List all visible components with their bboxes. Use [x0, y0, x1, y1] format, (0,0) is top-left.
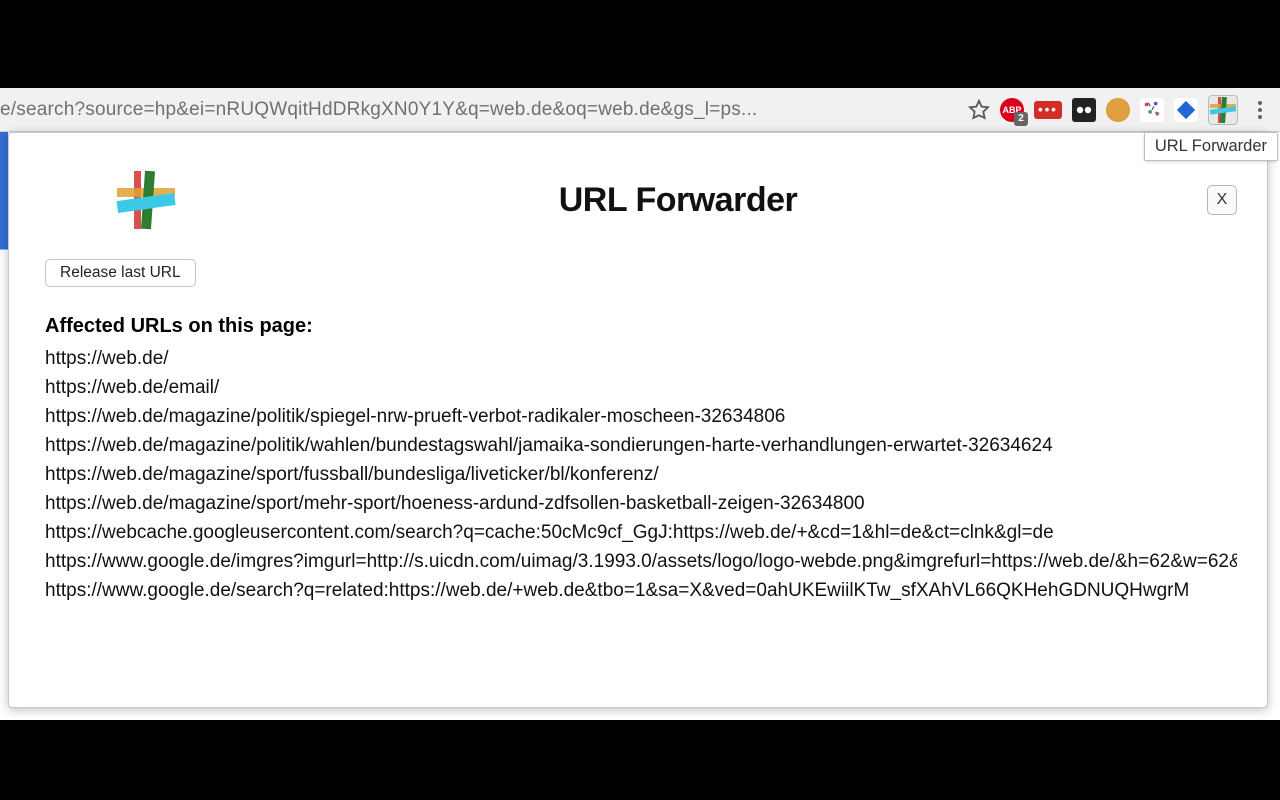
browser-menu-icon[interactable] — [1248, 97, 1272, 123]
popup-header: URL Forwarder X — [39, 171, 1237, 229]
affected-urls-list: https://web.de/ https://web.de/email/ ht… — [45, 348, 1237, 602]
list-item[interactable]: https://www.google.de/imgres?imgurl=http… — [45, 551, 1237, 573]
app-logo-icon — [117, 171, 175, 229]
url-forwarder-popup: URL Forwarder X Release last URL Affecte… — [8, 132, 1268, 708]
list-item[interactable]: https://web.de/ — [45, 348, 1237, 370]
lastpass-extension-icon[interactable]: ••• — [1034, 101, 1062, 119]
list-item[interactable]: https://web.de/magazine/sport/mehr-sport… — [45, 493, 1237, 515]
affected-urls-heading: Affected URLs on this page: — [45, 315, 1237, 338]
list-item[interactable]: https://web.de/magazine/sport/fussball/b… — [45, 464, 1237, 486]
popup-title: URL Forwarder — [179, 181, 1177, 220]
list-item[interactable]: https://web.de/magazine/politik/wahlen/b… — [45, 435, 1237, 457]
flickr-extension-icon[interactable] — [1072, 98, 1096, 122]
release-last-url-button[interactable]: Release last URL — [45, 259, 196, 287]
list-item[interactable]: https://webcache.googleusercontent.com/s… — [45, 522, 1237, 544]
list-item[interactable]: https://www.google.de/search?q=related:h… — [45, 580, 1237, 602]
browser-toolbar: e/search?source=hp&ei=nRUQWqitHdDRkgXN0Y… — [0, 88, 1280, 132]
adblock-badge: 2 — [1014, 112, 1028, 126]
list-item[interactable]: https://web.de/email/ — [45, 377, 1237, 399]
close-button[interactable]: X — [1207, 185, 1237, 215]
extension-tooltip: URL Forwarder — [1144, 132, 1278, 161]
cookie-extension-icon[interactable] — [1106, 98, 1130, 122]
address-bar-fragment[interactable]: e/search?source=hp&ei=nRUQWqitHdDRkgXN0Y… — [0, 99, 958, 121]
letterbox-bottom — [0, 720, 1280, 800]
jira-extension-icon[interactable] — [1174, 98, 1198, 122]
extension-icons: ABP 2 ••• — [1000, 95, 1280, 125]
confetti-extension-icon[interactable] — [1140, 98, 1164, 122]
adblock-extension-icon[interactable]: ABP 2 — [1000, 98, 1024, 122]
url-forwarder-extension-icon[interactable] — [1208, 95, 1238, 125]
page-left-edge — [0, 132, 8, 720]
list-item[interactable]: https://web.de/magazine/politik/spiegel-… — [45, 406, 1237, 428]
bookmark-star-icon[interactable] — [968, 99, 990, 121]
letterbox-top — [0, 0, 1280, 88]
